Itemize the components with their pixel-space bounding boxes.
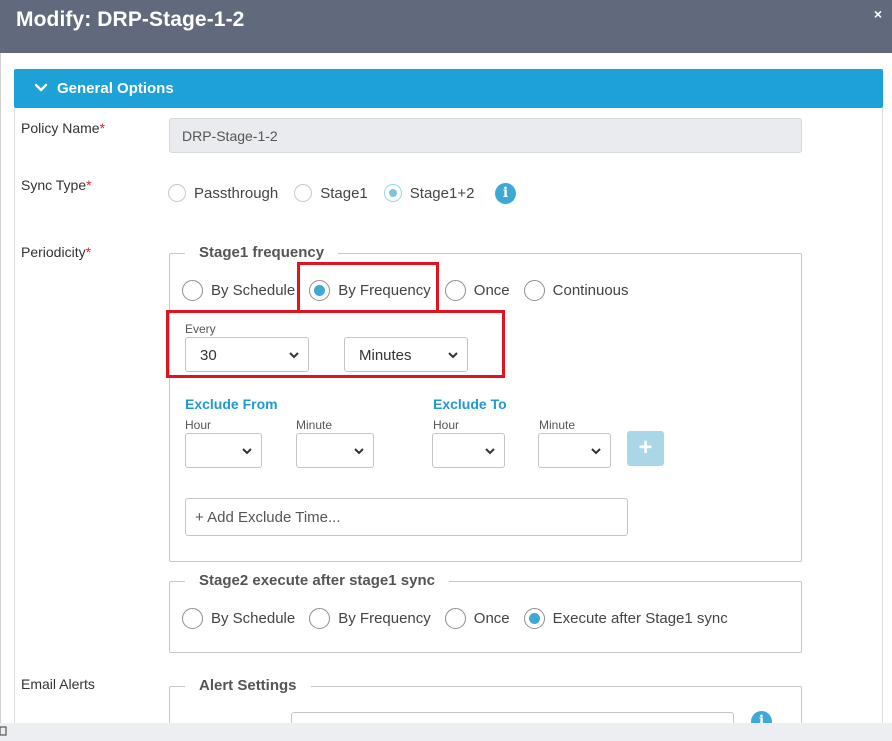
stage1-frequency-legend: Stage1 frequency	[185, 244, 339, 261]
periodicity-label-text: Periodicity	[21, 244, 86, 260]
exclude-from-minute-label: Minute	[296, 418, 333, 432]
radio-circle	[294, 184, 313, 202]
sync-type-stage1-radio[interactable]: Stage1	[294, 184, 368, 202]
sync-type-label: Sync Type*	[21, 177, 92, 193]
radio-circle	[168, 184, 186, 202]
chevron-down-icon	[591, 448, 601, 455]
stage2-legend: Stage2 execute after stage1 sync	[185, 572, 449, 589]
highlight-by-frequency	[297, 262, 439, 313]
sync-type-options: Passthrough Stage1 Stage1+2	[168, 184, 474, 202]
alert-settings-input[interactable]	[291, 712, 734, 723]
chevron-down-icon	[34, 83, 48, 92]
required-mark: *	[85, 244, 92, 260]
exclude-to-title: Exclude To	[433, 396, 507, 412]
policy-name-input[interactable]: DRP-Stage-1-2	[169, 118, 802, 153]
policy-name-label: Policy Name*	[21, 120, 105, 136]
stage1-continuous-radio[interactable]: Continuous	[523, 280, 629, 301]
stage2-once-radio[interactable]: Once	[444, 608, 510, 629]
chevron-down-icon	[242, 448, 252, 455]
exclude-to-hour-label: Hour	[433, 418, 460, 432]
modal-header: Modify: DRP-Stage-1-2 ×	[0, 0, 892, 53]
save-icon	[0, 726, 7, 736]
chevron-down-icon	[485, 448, 495, 455]
stage2-by-schedule-radio[interactable]: By Schedule	[182, 608, 295, 629]
policy-name-label-text: Policy Name	[21, 120, 100, 136]
exclude-to-hour-select[interactable]	[432, 433, 505, 468]
sync-type-label-text: Sync Type	[21, 177, 87, 193]
general-options-header[interactable]: General Options	[14, 69, 883, 108]
info-icon[interactable]: i	[495, 183, 516, 204]
stage2-execute-after-radio[interactable]: Execute after Stage1 sync	[523, 608, 728, 629]
stage1-once-radio[interactable]: Once	[444, 280, 510, 301]
radio-label: Continuous	[552, 282, 629, 299]
modal-title: Modify: DRP-Stage-1-2	[16, 8, 245, 31]
radio-label: Stage1+2	[409, 184, 475, 202]
radio-circle-checked	[523, 608, 545, 629]
modal-body: General Options Policy Name* DRP-Stage-1…	[0, 53, 892, 723]
radio-circle	[182, 280, 203, 301]
radio-label: Stage1	[320, 184, 368, 202]
radio-circle	[523, 280, 545, 301]
alert-settings-legend: Alert Settings	[185, 677, 311, 694]
radio-label: Passthrough	[194, 184, 279, 202]
add-exclude-time-input[interactable]: + Add Exclude Time...	[185, 498, 628, 536]
exclude-from-minute-select[interactable]	[296, 433, 374, 468]
highlight-every-fields	[166, 310, 505, 378]
sync-type-passthrough-radio[interactable]: Passthrough	[168, 184, 278, 202]
section-title: General Options	[57, 80, 174, 97]
required-mark: *	[86, 177, 92, 193]
radio-circle	[444, 608, 466, 629]
footer-bar	[0, 723, 892, 741]
exclude-to-minute-select[interactable]	[538, 433, 611, 468]
radio-circle	[182, 608, 203, 629]
radio-label: By Schedule	[211, 610, 296, 627]
stage2-by-frequency-radio[interactable]: By Frequency	[309, 608, 431, 629]
periodicity-label: Periodicity*	[21, 244, 91, 260]
add-exclude-button[interactable]: +	[627, 431, 664, 466]
close-icon[interactable]: ×	[874, 6, 882, 22]
stage2-options: By Schedule By Frequency Once Execute af…	[182, 608, 728, 629]
radio-label: By Schedule	[211, 282, 296, 299]
stage1-by-schedule-radio[interactable]: By Schedule	[182, 280, 295, 301]
radio-circle-checked	[383, 184, 402, 202]
email-alerts-label: Email Alerts	[21, 676, 95, 692]
radio-label: By Frequency	[338, 610, 431, 627]
radio-label: Once	[473, 282, 510, 299]
radio-label: Execute after Stage1 sync	[552, 610, 728, 627]
sync-type-stage1-2-radio[interactable]: Stage1+2	[383, 184, 475, 202]
radio-circle	[444, 280, 466, 301]
required-mark: *	[99, 120, 106, 136]
exclude-to-minute-label: Minute	[539, 418, 576, 432]
radio-label: Once	[473, 610, 510, 627]
chevron-down-icon	[354, 448, 364, 455]
exclude-from-hour-label: Hour	[185, 418, 212, 432]
exclude-from-hour-select[interactable]	[185, 433, 262, 468]
radio-circle	[309, 608, 331, 629]
exclude-from-title: Exclude From	[185, 396, 278, 412]
